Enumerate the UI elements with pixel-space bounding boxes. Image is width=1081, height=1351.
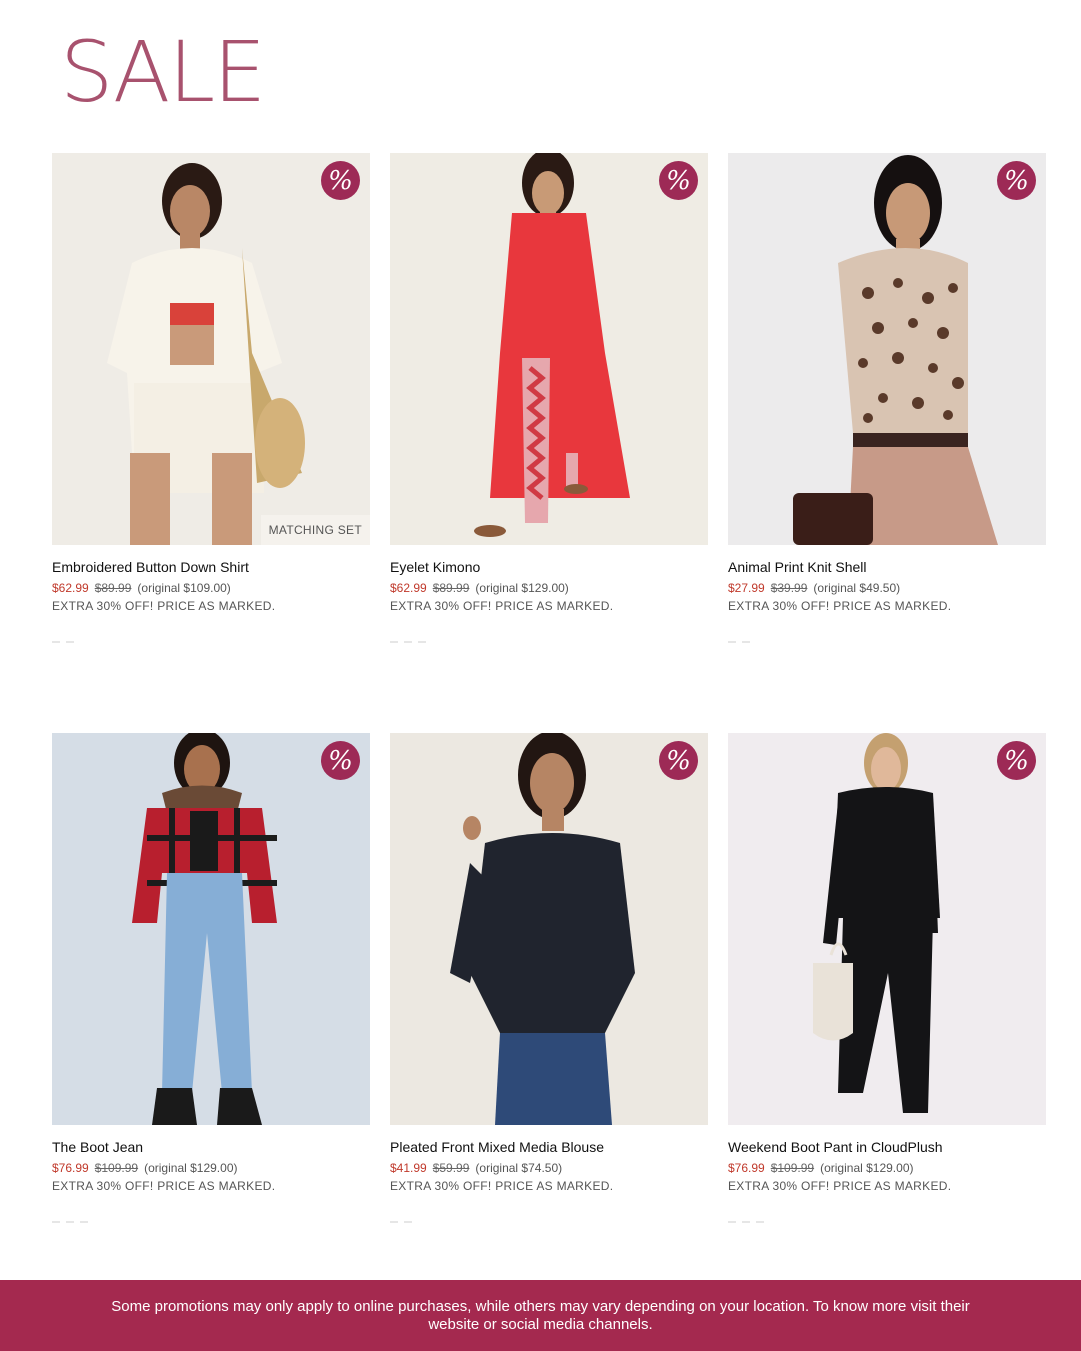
product-image[interactable]: % MATCHING SET xyxy=(52,153,370,545)
product-name[interactable]: Animal Print Knit Shell xyxy=(728,559,1046,575)
product-name[interactable]: Pleated Front Mixed Media Blouse xyxy=(390,1139,708,1155)
product-card[interactable]: % Animal Print Knit Shell $27.99 $39.99 (o… xyxy=(728,153,1046,645)
original-price: (original $49.50) xyxy=(813,581,901,595)
product-image[interactable]: % xyxy=(728,153,1046,545)
matching-set-tag: MATCHING SET xyxy=(260,515,370,545)
discount-badge-icon: % xyxy=(321,741,360,780)
original-price: (original $109.00) xyxy=(137,581,231,595)
discount-badge-icon: % xyxy=(659,741,698,780)
discount-badge-icon: % xyxy=(659,161,698,200)
product-name[interactable]: The Boot Jean xyxy=(52,1139,370,1155)
product-name[interactable]: Weekend Boot Pant in CloudPlush xyxy=(728,1139,1046,1155)
promo-text: EXTRA 30% OFF! PRICE AS MARKED. xyxy=(728,1179,952,1193)
promo-text: EXTRA 30% OFF! PRICE AS MARKED. xyxy=(390,599,614,613)
price-row: $76.99 $109.99 (original $129.00) xyxy=(52,1161,370,1175)
was-price: $89.99 xyxy=(432,581,470,595)
was-price: $39.99 xyxy=(770,581,808,595)
price-row: $76.99 $109.99 (original $129.00) xyxy=(728,1161,1046,1175)
original-price: (original $129.00) xyxy=(475,581,569,595)
was-price: $89.99 xyxy=(94,581,132,595)
color-swatches[interactable] xyxy=(390,641,708,645)
promo-text: EXTRA 30% OFF! PRICE AS MARKED. xyxy=(52,1179,276,1193)
was-price: $109.99 xyxy=(770,1161,815,1175)
product-card[interactable]: % MATCHING SET Embroidered Button Down S… xyxy=(52,153,370,645)
sale-price: $76.99 xyxy=(52,1161,89,1175)
price-row: $27.99 $39.99 (original $49.50) xyxy=(728,581,1046,595)
discount-badge-icon: % xyxy=(997,741,1036,780)
was-price: $59.99 xyxy=(432,1161,470,1175)
price-row: $41.99 $59.99 (original $74.50) xyxy=(390,1161,708,1175)
promo-text: EXTRA 30% OFF! PRICE AS MARKED. xyxy=(728,599,952,613)
sale-price: $41.99 xyxy=(390,1161,427,1175)
sale-price: $76.99 xyxy=(728,1161,765,1175)
color-swatches[interactable] xyxy=(390,1221,708,1225)
color-swatches[interactable] xyxy=(728,1221,1046,1225)
product-name[interactable]: Eyelet Kimono xyxy=(390,559,708,575)
page-title: SALE xyxy=(60,23,266,121)
promo-text: EXTRA 30% OFF! PRICE AS MARKED. xyxy=(390,1179,614,1193)
product-image[interactable]: % xyxy=(390,733,708,1125)
disclaimer-text: Some promotions may only apply to online… xyxy=(111,1297,970,1333)
sale-price: $62.99 xyxy=(390,581,427,595)
sale-price: $62.99 xyxy=(52,581,89,595)
product-card[interactable]: % Pleated Front Mixed Media Blouse $41.9… xyxy=(390,733,708,1225)
sale-price: $27.99 xyxy=(728,581,765,595)
product-image[interactable]: % xyxy=(52,733,370,1125)
product-card[interactable]: % Weekend Boot Pant in CloudPlush $76.99… xyxy=(728,733,1046,1225)
original-price: (original $74.50) xyxy=(475,1161,563,1175)
was-price: $109.99 xyxy=(94,1161,139,1175)
original-price: (original $129.00) xyxy=(144,1161,238,1175)
color-swatches[interactable] xyxy=(728,641,1046,645)
promo-text: EXTRA 30% OFF! PRICE AS MARKED. xyxy=(52,599,276,613)
promo-disclaimer-banner: Some promotions may only apply to online… xyxy=(0,1280,1081,1351)
color-swatches[interactable] xyxy=(52,641,370,645)
discount-badge-icon: % xyxy=(997,161,1036,200)
product-image[interactable]: % xyxy=(390,153,708,545)
product-image[interactable]: % xyxy=(728,733,1046,1125)
price-row: $62.99 $89.99 (original $129.00) xyxy=(390,581,708,595)
discount-badge-icon: % xyxy=(321,161,360,200)
price-row: $62.99 $89.99 (original $109.00) xyxy=(52,581,370,595)
color-swatches[interactable] xyxy=(52,1221,370,1225)
product-name[interactable]: Embroidered Button Down Shirt xyxy=(52,559,370,575)
product-card[interactable]: % The Boot Jean $76.99 $109.99 (original $… xyxy=(52,733,370,1225)
original-price: (original $129.00) xyxy=(820,1161,914,1175)
product-card[interactable]: % Eyelet Kimono $62.99 $89.99 (original $1… xyxy=(390,153,708,645)
